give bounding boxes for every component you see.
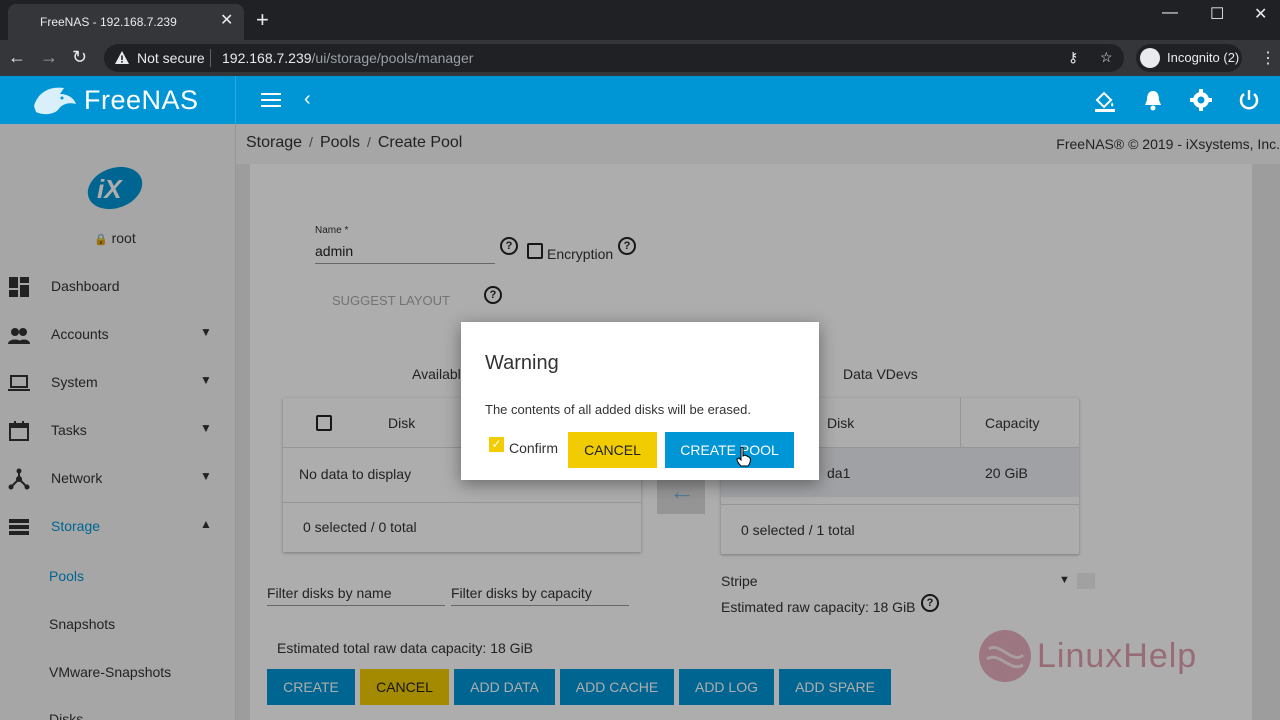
browser-toolbar: ← → ↻ Not secure 192.168.7.239/ui/storag…	[0, 40, 1280, 76]
freenas-logo-text: FreeNAS	[84, 85, 199, 115]
tab-title: FreeNAS - 192.168.7.239	[40, 15, 177, 29]
gear-icon[interactable]	[1189, 88, 1213, 112]
key-icon[interactable]: ⚷	[1068, 49, 1078, 66]
browser-tab[interactable]: FreeNAS - 192.168.7.239 ✕	[8, 4, 244, 40]
url-divider	[210, 49, 211, 67]
window-close-icon[interactable]: ✕	[1254, 4, 1267, 24]
power-icon[interactable]	[1238, 88, 1260, 112]
logo-area: FreeNAS	[0, 76, 236, 124]
incognito-badge[interactable]: Incognito (2)	[1136, 44, 1242, 72]
forward-icon[interactable]: →	[40, 48, 58, 66]
maximize-icon[interactable]: ☐	[1210, 4, 1224, 24]
back-icon[interactable]: ←	[8, 48, 26, 66]
browser-menu-icon[interactable]: ⋮	[1260, 48, 1276, 68]
modal-backdrop-sidebar[interactable]	[0, 124, 236, 720]
star-icon[interactable]: ☆	[1100, 49, 1113, 66]
app-topbar: FreeNAS ‹	[0, 76, 1280, 124]
warning-dialog: Warning The contents of all added disks …	[461, 322, 819, 480]
incognito-label: Incognito (2)	[1167, 50, 1240, 65]
hand-cursor-icon	[736, 446, 751, 467]
browser-tab-bar: FreeNAS - 192.168.7.239 ✕ + — ☐ ✕	[0, 0, 1280, 40]
dialog-title: Warning	[485, 352, 559, 374]
reload-icon[interactable]: ↻	[72, 48, 87, 66]
freenas-shark-logo	[34, 87, 76, 115]
bell-icon[interactable]	[1142, 88, 1164, 112]
incognito-icon	[1140, 48, 1160, 68]
url-text[interactable]: 192.168.7.239/ui/storage/pools/manager	[222, 50, 473, 66]
menu-icon[interactable]	[260, 90, 282, 110]
create-pool-button[interactable]: CREATE POOL	[665, 432, 794, 468]
theme-bucket-icon[interactable]	[1093, 88, 1117, 112]
collapse-back-icon[interactable]: ‹	[304, 88, 311, 110]
warning-icon	[115, 51, 129, 64]
dialog-cancel-button[interactable]: CANCEL	[568, 432, 657, 468]
security-status[interactable]: Not secure	[137, 50, 205, 66]
minimize-icon[interactable]: —	[1162, 4, 1178, 22]
confirm-label: Confirm	[509, 440, 559, 456]
new-tab-icon[interactable]: +	[256, 9, 269, 31]
dialog-message: The contents of all added disks will be …	[485, 402, 751, 417]
close-tab-icon[interactable]: ✕	[220, 12, 233, 30]
address-bar[interactable]: Not secure 192.168.7.239/ui/storage/pool…	[104, 44, 1124, 72]
confirm-checkbox[interactable]: ✓	[489, 437, 504, 452]
